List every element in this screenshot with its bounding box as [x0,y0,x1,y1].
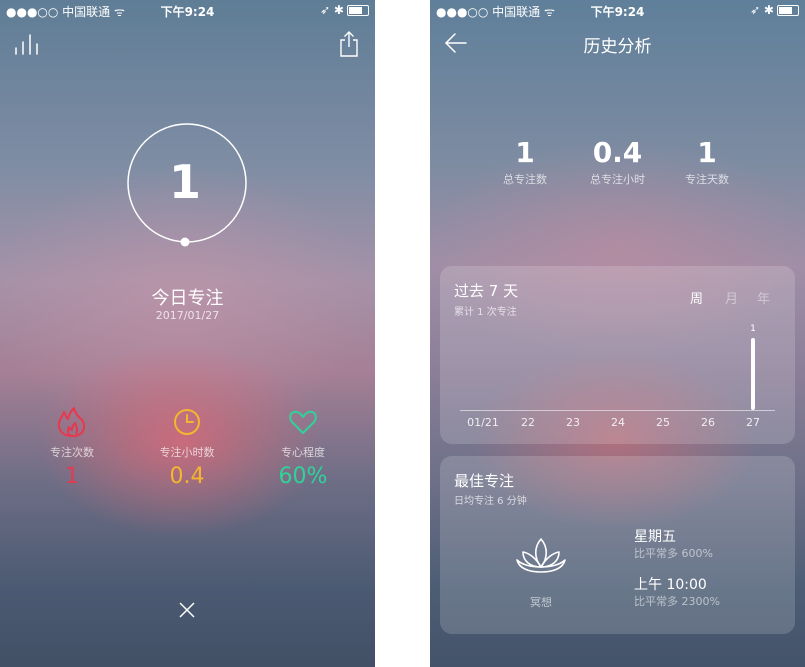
summary-total-hours: 0.4 总专注小时 [575,136,660,187]
today-title: 今日专注 [151,288,224,309]
best-focus-card: 最佳专注 日均专注 6 分钟 冥想 星期五 比平常多 600% 上午 10:00… [440,456,795,634]
focus-count: 1 [168,155,201,209]
status-time: 下午9:24 [590,5,645,19]
summary-focus-days: 1 专注天数 [667,136,747,187]
x-tick-label: 27 [746,416,760,429]
stat-value: 60% [278,464,328,489]
page-title: 历史分析 [583,37,652,57]
stat-label: 专注次数 [50,446,94,459]
summary-total-focus: 1 总专注数 [485,136,565,187]
card-title: 最佳专注 [454,472,515,490]
summary-label: 总专注数 [503,173,547,186]
summary-label: 专注天数 [685,173,729,186]
past-seven-days-card: 过去 7 天 累计 1 次专注 周 月 年 01/21 22 23 24 25 26 27 1 [440,266,795,444]
bar-chart: 01/21 22 23 24 25 26 27 1 [440,266,795,444]
icon-label: 冥想 [530,596,552,609]
stat-focus-hours: 专注小时数 0.4 [132,406,242,489]
stat-value: 1 [65,464,79,489]
battery-icon [347,5,369,16]
stat-label: 专注小时数 [159,446,215,459]
x-tick-label: 22 [521,416,535,429]
x-tick-label: 23 [566,416,580,429]
stats-chart-icon[interactable] [14,32,40,56]
status-icons: ➶ ✱ [750,3,774,17]
best-time-note: 比平常多 2300% [634,595,720,608]
today-screen: ●●●○○ 中国联通 ᯤ 下午9:24 ➶ ✱ 1 今日专注 2017/01/2… [0,0,375,667]
status-bar: ●●●○○ 中国联通 ᯤ 下午9:24 ➶ ✱ [430,0,805,20]
clock-icon [174,409,200,435]
history-screen: ●●●○○ 中国联通 ᯤ 下午9:24 ➶ ✱ 历史分析 1 总专注数 0.4 … [430,0,805,667]
lotus-icon [516,538,566,573]
status-right: ➶ ✱ [750,3,799,17]
bar [751,338,755,410]
status-time: 下午9:24 [160,5,215,19]
x-tick-label: 01/21 [467,416,499,429]
x-tick-label: 24 [611,416,625,429]
card-subtitle: 日均专注 6 分钟 [454,496,527,507]
battery-icon [777,5,799,16]
best-day-note: 比平常多 600% [634,547,713,560]
summary-value: 1 [697,136,717,169]
stat-label: 专心程度 [281,446,325,459]
summary-value: 1 [515,136,535,169]
today-date: 2017/01/27 [155,309,220,322]
share-icon[interactable] [338,30,360,58]
best-time: 上午 10:00 [634,577,707,593]
best-day: 星期五 [634,529,676,545]
bar-value-label: 1 [750,324,756,334]
stat-value: 0.4 [169,464,205,489]
stat-focus-count: 专注次数 1 [17,406,127,489]
stat-focus-degree: 专心程度 60% [248,406,358,489]
summary-label: 总专注小时 [590,173,645,186]
x-tick-label: 26 [701,416,715,429]
summary-value: 0.4 [592,136,643,169]
flame-icon [57,407,86,437]
status-right: ➶ ✱ [320,3,369,17]
status-icons: ➶ ✱ [320,3,344,17]
heart-icon [289,410,317,434]
close-icon[interactable] [178,601,196,619]
x-tick-label: 25 [656,416,670,429]
status-bar: ●●●○○ 中国联通 ᯤ 下午9:24 ➶ ✱ [0,0,375,20]
